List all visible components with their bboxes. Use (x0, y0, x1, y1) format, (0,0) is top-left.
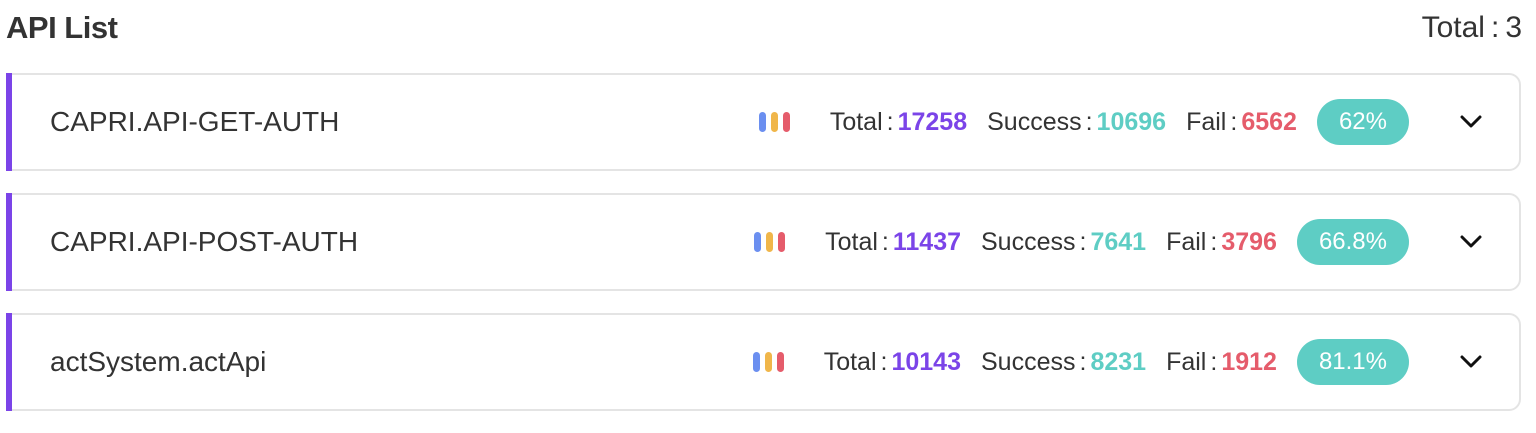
api-name: actSystem.actApi (50, 346, 267, 377)
stat-success: Success:7641 (981, 227, 1147, 256)
api-card[interactable]: CAPRI.API-POST-AUTH Total:11437 Success:… (6, 193, 1521, 291)
total-count-label: Total (1421, 11, 1485, 44)
total-count-value: 3 (1505, 11, 1522, 44)
stat-success-value: 7641 (1090, 227, 1147, 256)
page-title: API List (6, 10, 118, 45)
stat-fail-label: Fail (1186, 107, 1227, 136)
total-count: Total:3 (1422, 11, 1522, 45)
stat-fail: Fail:3796 (1166, 227, 1277, 256)
stat-success: Success:10696 (987, 107, 1167, 136)
stat-fail: Fail:1912 (1166, 347, 1277, 376)
success-rate-badge: 81.1% (1296, 339, 1409, 385)
stat-fail-value: 6562 (1241, 107, 1297, 136)
api-card[interactable]: actSystem.actApi Total:10143 Success:823… (6, 313, 1521, 411)
stat-total-label: Total (823, 347, 877, 376)
success-rate-badge: 62% (1316, 99, 1409, 145)
bar-chart-icon (754, 232, 786, 252)
stat-fail: Fail:6562 (1186, 107, 1297, 136)
bar-chart-icon (758, 112, 790, 132)
stat-total-label: Total (825, 227, 878, 256)
success-rate-badge: 66.8% (1296, 219, 1409, 265)
stat-total-value: 11437 (892, 227, 961, 256)
api-name: CAPRI.API-POST-AUTH (50, 226, 359, 257)
api-stats: Total:17258 Success:10696 Fail:6562 62% (758, 99, 1409, 145)
total-count-separator: : (1490, 11, 1500, 44)
stat-total-value: 17258 (897, 107, 968, 136)
list-header: API List Total:3 (6, 0, 1522, 56)
chevron-down-icon[interactable] (1459, 230, 1483, 254)
stat-fail-label: Fail (1166, 347, 1207, 376)
stat-total-value: 10143 (891, 347, 961, 376)
stat-success-label: Success (981, 347, 1076, 376)
stat-success-value: 8231 (1090, 347, 1147, 376)
api-list: CAPRI.API-GET-AUTH Total:17258 Success:1… (6, 73, 1521, 433)
stat-total: Total:11437 (825, 227, 961, 256)
api-name: CAPRI.API-GET-AUTH (50, 106, 340, 137)
stat-success: Success:8231 (981, 347, 1147, 376)
stat-total: Total:17258 (829, 107, 968, 136)
bar-chart-icon (752, 352, 784, 372)
api-stats: Total:11437 Success:7641 Fail:3796 66.8% (754, 219, 1409, 265)
api-card[interactable]: CAPRI.API-GET-AUTH Total:17258 Success:1… (6, 73, 1521, 171)
stat-fail-value: 3796 (1221, 227, 1277, 256)
chevron-down-icon[interactable] (1459, 110, 1483, 134)
chevron-down-icon[interactable] (1459, 350, 1483, 374)
stat-success-label: Success (981, 227, 1076, 256)
stat-fail-value: 1912 (1221, 347, 1277, 376)
stat-fail-label: Fail (1166, 227, 1207, 256)
stat-success-value: 10696 (1096, 107, 1167, 136)
api-stats: Total:10143 Success:8231 Fail:1912 81.1% (752, 339, 1409, 385)
stat-success-label: Success (987, 107, 1082, 136)
stat-total: Total:10143 (823, 347, 961, 376)
stat-total-label: Total (829, 107, 883, 136)
